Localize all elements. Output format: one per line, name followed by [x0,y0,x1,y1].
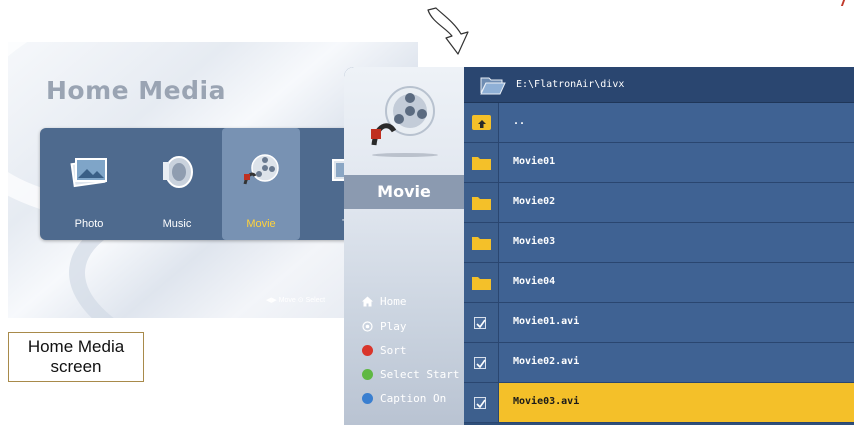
row-icon-cell [464,383,498,423]
navigation-hint: ◀▶ Move ⊙ Select [266,297,326,304]
parent-folder-icon [472,115,491,130]
red-button-icon [362,345,373,356]
item-label: Movie01.avi [513,316,580,327]
tile-label: Movie [246,218,276,230]
list-item-file-selected[interactable]: Movie03.avi [464,383,854,423]
file-list: E:\FlatronAir\divx .. Movie01 Movie02 Mo… [464,67,854,425]
item-label: Movie04 [513,276,556,287]
row-name-cell: Movie04 [498,263,854,303]
row-icon-cell [464,103,498,143]
list-item-file[interactable]: Movie02.avi [464,343,854,383]
tile-label: Photo [74,218,104,230]
caption-box: Home Media screen [8,332,144,382]
row-name-cell: Movie01 [498,143,854,183]
item-label: .. [513,116,526,127]
list-item-folder[interactable]: Movie04 [464,263,854,303]
item-label: Movie02.avi [513,356,580,367]
list-item-folder[interactable]: Movie02 [464,183,854,223]
caption-line: screen [50,357,102,376]
row-icon-cell [464,223,498,263]
music-speaker-icon [163,156,193,188]
tile-movie[interactable]: Movie [222,128,300,240]
movie-sidebar: Movie Home Play Sort Select Start Captio… [344,67,464,425]
row-icon-cell [464,183,498,223]
curved-arrow-icon [427,7,469,55]
manual-illustration: Home Media Photo Music Movie ◀▶ Move ⊙ S… [0,0,854,425]
reel-shadow [372,153,438,157]
row-icon-cell [464,263,498,303]
home-icon [362,296,373,307]
photo-icon [70,158,107,188]
row-name-cell: Movie01.avi [498,303,854,343]
checkbox-icon[interactable] [474,357,486,369]
movie-browser-panel: Movie Home Play Sort Select Start Captio… [344,67,854,425]
row-name-cell: Movie03.avi [498,383,854,423]
folder-icon [472,237,491,250]
list-item-folder[interactable]: Movie01 [464,143,854,183]
film-reel-icon [371,86,435,146]
film-reel-icon [243,154,279,185]
current-path: E:\FlatronAir\divx [516,79,625,90]
item-label: Movie03.avi [513,396,580,407]
cropped-red-mark [834,0,846,6]
list-item-parent[interactable]: .. [464,103,854,143]
folder-icon [472,157,491,170]
folder-icon [472,197,491,210]
path-bar: E:\FlatronAir\divx [464,67,854,103]
home-media-title: Home Media [46,76,226,105]
row-name-cell: Movie03 [498,223,854,263]
command-label: Select Start [380,368,460,381]
command-label: Home [380,295,407,308]
tile-music[interactable]: Music [138,128,216,240]
command-label: Play [380,320,407,333]
item-label: Movie02 [513,196,556,207]
list-item-file[interactable]: Movie01.avi [464,303,854,343]
checkbox-icon[interactable] [474,317,486,329]
list-item-folder[interactable]: Movie03 [464,223,854,263]
row-icon-cell [464,343,498,383]
section-label-box: Movie [344,175,464,209]
row-name-cell: .. [498,103,854,143]
ok-button-icon [362,321,373,332]
green-button-icon [362,369,373,380]
command-label: Caption On [380,392,447,405]
item-label: Movie01 [513,156,556,167]
item-label: Movie03 [513,236,556,247]
caption-line: Home Media [27,337,125,356]
tile-photo[interactable]: Photo [50,128,128,240]
row-icon-cell [464,303,498,343]
section-label: Movie [377,182,431,201]
row-icon-cell [464,143,498,183]
command-label: Sort [380,344,407,357]
checkbox-icon[interactable] [474,397,486,409]
blue-button-icon [362,393,373,404]
open-folder-icon [480,77,506,95]
row-name-cell: Movie02.avi [498,343,854,383]
row-name-cell: Movie02 [498,183,854,223]
tile-label: Music [162,218,192,230]
folder-icon [472,277,491,290]
